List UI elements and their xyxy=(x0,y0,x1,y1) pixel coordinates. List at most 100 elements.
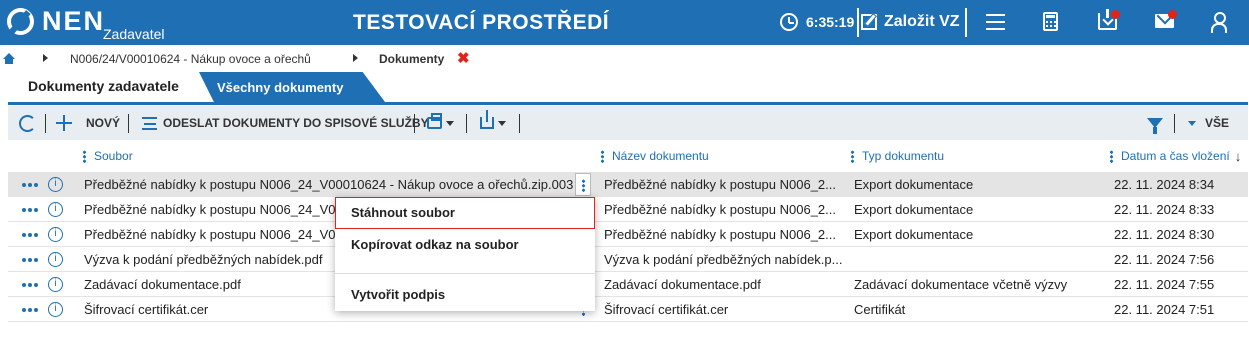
cell-date: 22. 11. 2024 8:33 xyxy=(1114,202,1215,217)
user-icon[interactable] xyxy=(1211,12,1227,33)
row-menu-icon[interactable] xyxy=(575,173,591,196)
cell-date: 22. 11. 2024 7:51 xyxy=(1114,302,1215,317)
toolbar-divider xyxy=(1174,114,1175,133)
tab-underline xyxy=(8,102,1248,105)
column-header-name[interactable]: Název dokumentu xyxy=(601,140,709,172)
new-button[interactable]: NOVÝ xyxy=(56,106,120,140)
info-icon[interactable]: i xyxy=(48,202,63,217)
info-icon[interactable]: i xyxy=(48,177,63,192)
breadcrumb-procurement[interactable]: N006/24/V00010624 - Nákup ovoce a ořechů xyxy=(70,52,311,66)
row-actions-icon[interactable] xyxy=(22,308,26,312)
create-contract-button[interactable]: Založit VZ xyxy=(861,6,960,38)
info-icon[interactable]: i xyxy=(48,227,63,242)
send-icon xyxy=(142,116,157,130)
table-row[interactable]: i Zadávací dokumentace.pdf Zadávací doku… xyxy=(8,272,1248,297)
menu-item-download-file[interactable]: Stáhnout soubor xyxy=(335,197,595,229)
column-menu-icon[interactable] xyxy=(601,149,604,163)
sort-descending-icon[interactable]: ↓ xyxy=(1235,149,1242,164)
breadcrumb-documents: Dokumenty xyxy=(379,52,445,66)
row-actions-icon[interactable] xyxy=(22,283,26,287)
toolbar-divider xyxy=(414,114,415,133)
toolbar-divider xyxy=(45,114,46,133)
cell-date: 22. 11. 2024 8:30 xyxy=(1114,227,1215,242)
cell-date: 22. 11. 2024 7:55 xyxy=(1114,277,1215,292)
caret-down-icon xyxy=(498,120,506,126)
close-icon[interactable]: ✖ xyxy=(457,49,470,67)
column-header-label: Název dokumentu xyxy=(612,149,709,163)
cell-type xyxy=(854,247,1104,272)
filter-icon xyxy=(1147,118,1163,134)
user-role: Zadavatel xyxy=(103,26,165,42)
inbox-notification-badge xyxy=(1111,10,1120,19)
cell-file[interactable]: Předběžné nabídky k postupu N006_24_V000… xyxy=(84,172,574,197)
clock-icon xyxy=(780,13,798,31)
column-menu-icon[interactable] xyxy=(851,149,854,163)
refresh-button[interactable] xyxy=(19,106,36,140)
info-icon[interactable]: i xyxy=(48,302,63,317)
table-row[interactable]: i Šifrovací certifikát.cer Šifrovací cer… xyxy=(8,297,1248,322)
cell-name: Předběžné nabídky k postupu N006_2... xyxy=(604,177,836,192)
new-button-label: NOVÝ xyxy=(86,116,121,130)
hamburger-icon[interactable] xyxy=(986,14,1005,30)
export-dropdown[interactable] xyxy=(480,106,506,140)
breadcrumb-arrow-icon xyxy=(353,54,358,62)
column-header-file[interactable]: Soubor xyxy=(83,140,133,172)
table-row[interactable]: i Předběžné nabídky k postupu N006_24_V0… xyxy=(8,197,1248,222)
column-header-date[interactable]: Datum a čas vložení ↓ xyxy=(1110,140,1241,172)
header-divider xyxy=(857,8,859,37)
cell-name: Šifrovací certifikát.cer xyxy=(604,302,729,317)
filter-scope-dropdown[interactable]: VŠE xyxy=(1188,106,1229,140)
filter-scope-label: VŠE xyxy=(1205,116,1230,130)
send-to-records-button[interactable]: ODESLAT DOKUMENTY DO SPISOVÉ SLUŽBY xyxy=(142,106,429,140)
print-icon xyxy=(427,113,442,129)
breadcrumb: N006/24/V00010624 - Nákup ovoce a ořechů… xyxy=(0,45,1249,72)
caret-down-icon xyxy=(446,120,454,126)
file-context-menu: Stáhnout soubor Kopírovat odkaz na soubo… xyxy=(335,197,595,311)
calculator-icon[interactable] xyxy=(1043,12,1058,31)
column-header-label: Typ dokumentu xyxy=(862,149,945,163)
cell-date: 22. 11. 2024 7:56 xyxy=(1114,252,1215,267)
plus-icon xyxy=(56,115,72,131)
cell-date: 22. 11. 2024 8:34 xyxy=(1114,177,1215,192)
row-actions-icon[interactable] xyxy=(22,208,26,212)
environment-title: TESTOVACÍ PROSTŘEDÍ xyxy=(353,11,610,34)
table-row[interactable]: i Předběžné nabídky k postupu N006_24_V0… xyxy=(8,172,1248,197)
edit-icon xyxy=(861,14,877,30)
mail-notification-badge xyxy=(1168,10,1177,19)
table-row[interactable]: i Předběžné nabídky k postupu N006_24_V0… xyxy=(8,222,1248,247)
export-icon xyxy=(480,110,494,129)
row-actions-icon[interactable] xyxy=(22,183,26,187)
cell-type: Export dokumentace xyxy=(854,202,974,217)
toolbar-divider xyxy=(519,114,520,133)
tab-vsechny-dokumenty[interactable]: Všechny dokumenty xyxy=(199,72,385,102)
session-clock: 6:35:19 xyxy=(806,14,855,30)
home-icon[interactable] xyxy=(3,53,15,64)
info-icon[interactable]: i xyxy=(48,277,63,292)
column-menu-icon[interactable] xyxy=(1110,149,1113,163)
column-header-type[interactable]: Typ dokumentu xyxy=(851,140,944,172)
create-contract-label: Založit VZ xyxy=(884,13,960,30)
cell-type: Certifikát xyxy=(854,302,906,317)
app-logo[interactable]: NEN xyxy=(42,6,105,37)
filter-button[interactable] xyxy=(1147,106,1163,140)
menu-item-create-signature[interactable]: Vytvořit podpis xyxy=(335,279,595,311)
row-actions-icon[interactable] xyxy=(22,258,26,262)
row-actions-icon[interactable] xyxy=(22,233,26,237)
top-bar: NEN Zadavatel TESTOVACÍ PROSTŘEDÍ 6:35:1… xyxy=(0,0,1249,45)
breadcrumb-arrow-icon xyxy=(43,54,48,62)
toolbar-divider xyxy=(466,114,467,133)
menu-divider xyxy=(335,273,595,274)
menu-item-copy-link[interactable]: Kopírovat odkaz na soubor xyxy=(335,229,595,261)
tab-dokumenty-zadavatele[interactable]: Dokumenty zadavatele xyxy=(11,72,199,102)
cell-type: Zadávací dokumentace včetně výzvy xyxy=(854,277,1068,292)
toolbar-divider xyxy=(128,114,129,133)
column-menu-icon[interactable] xyxy=(83,149,86,163)
print-dropdown[interactable] xyxy=(427,106,454,140)
info-icon[interactable]: i xyxy=(48,252,63,267)
table-row[interactable]: i Výzva k podání předběžných nabídek.pdf… xyxy=(8,247,1248,272)
nen-logo-icon[interactable] xyxy=(7,8,34,35)
cell-name: Předběžné nabídky k postupu N006_2... xyxy=(604,227,836,242)
cell-name: Výzva k podání předběžných nabídek.p... xyxy=(604,252,843,267)
table-header: Soubor Název dokumentu Typ dokumentu Dat… xyxy=(8,140,1248,172)
cell-type: Export dokumentace xyxy=(854,227,974,242)
